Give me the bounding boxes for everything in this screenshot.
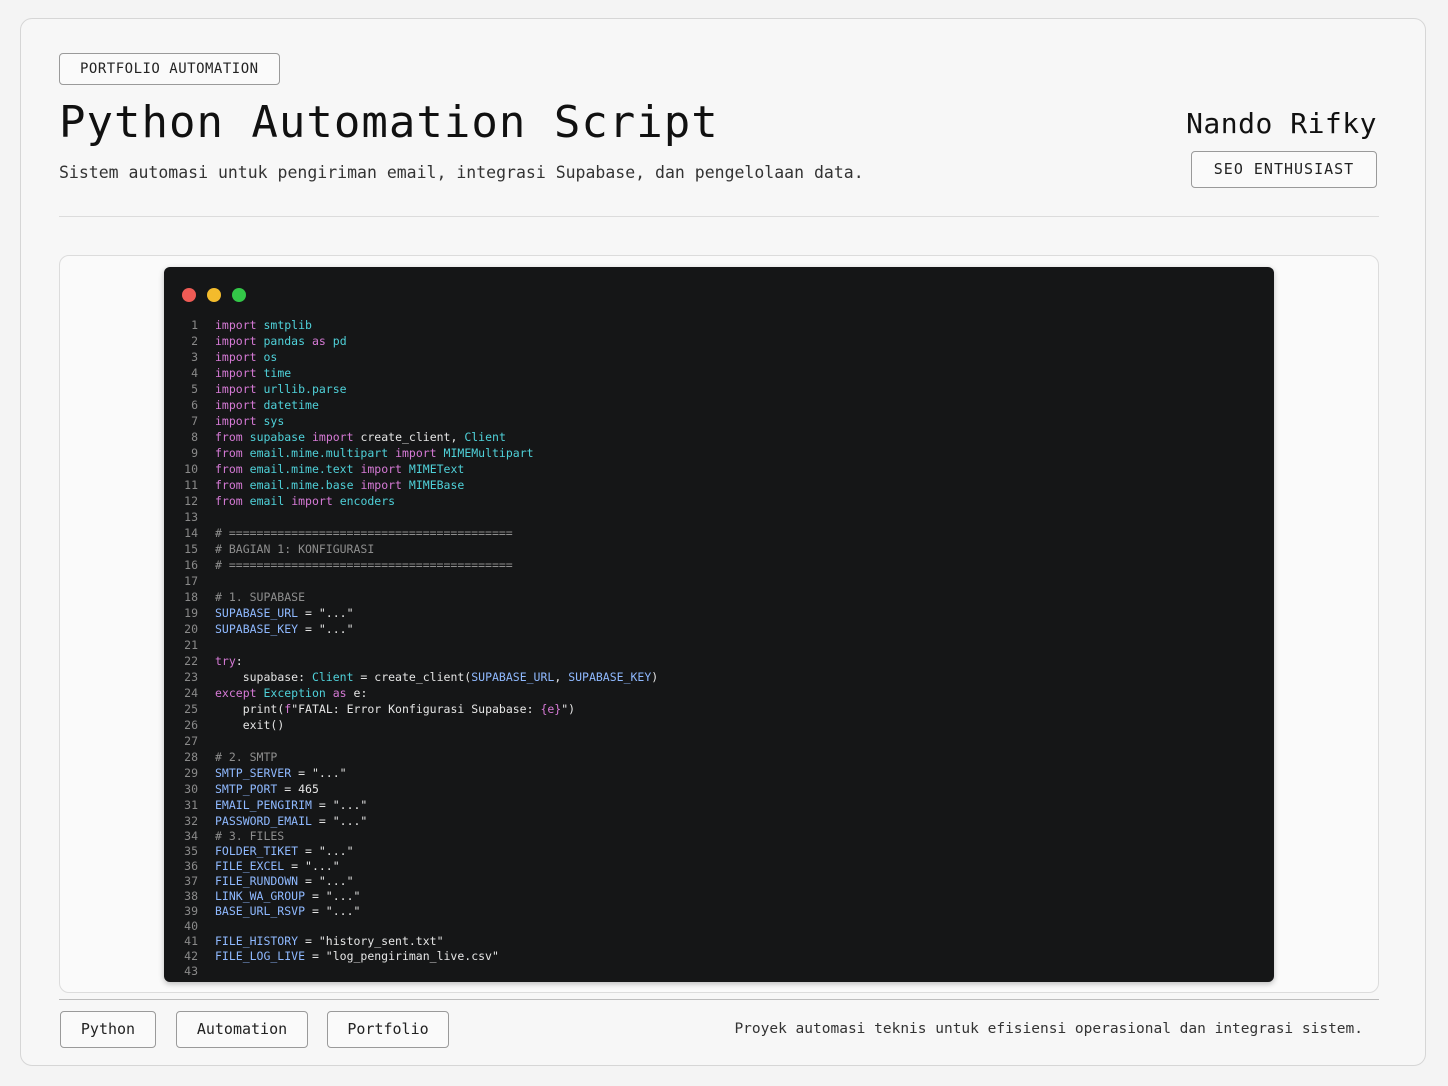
- code-line: 41 FILE_HISTORY = "history_sent.txt": [184, 934, 444, 948]
- code-line: 9 from email.mime.multipart import MIMEMu…: [191, 446, 534, 460]
- code-line: 7 import sys: [191, 414, 285, 428]
- code-line: 34 # 3. FILES: [184, 829, 285, 843]
- code-line: 37 FILE_RUNDOWN = "...": [184, 874, 354, 888]
- code-line: 12 from email import encoders: [184, 494, 396, 508]
- code-line: 23 supabase: Client = create_client(SUPA…: [184, 670, 659, 684]
- code-line: 17: [184, 574, 198, 588]
- tag-automation[interactable]: Automation: [176, 1011, 308, 1048]
- tag-python[interactable]: Python: [60, 1011, 156, 1048]
- code-line: 30 SMTP_PORT = 465: [184, 782, 319, 796]
- author-name: Nando Rifky: [1186, 107, 1377, 140]
- code-line: 25 print(f"FATAL: Error Konfigurasi Supa…: [184, 702, 576, 716]
- code-line: 3 import os: [191, 350, 278, 364]
- code-line: 11 from email.mime.base import MIMEBase: [184, 478, 465, 492]
- code-line: 18 # 1. SUPABASE: [184, 590, 306, 604]
- code-line: 29 SMTP_SERVER = "...": [184, 766, 347, 780]
- page-title: Python Automation Script: [59, 97, 719, 148]
- code-line: 8 from supabase import create_client, Cli…: [191, 430, 506, 444]
- code-line: 27: [184, 734, 198, 748]
- code-line: 5 import urllib.parse: [191, 382, 347, 396]
- code-line: 28 # 2. SMTP: [184, 750, 278, 764]
- code-line: 36 FILE_EXCEL = "...": [184, 859, 340, 873]
- code-line: 21: [184, 638, 198, 652]
- footer-divider: [59, 999, 1379, 1000]
- header-divider: [59, 216, 1379, 217]
- code-line: 2 import pandas as pd: [191, 334, 347, 348]
- code-preview-frame: 1 import smtplib 2 import pandas as pd 3 im…: [59, 255, 1379, 993]
- code-line: 13: [184, 510, 198, 524]
- code-line: 15 # BAGIAN 1: KONFIGURASI: [184, 542, 375, 556]
- code-line: 6 import datetime: [191, 398, 319, 412]
- window-minimize-dot: [207, 288, 221, 302]
- page-subtitle: Sistem automasi untuk pengiriman email, …: [59, 163, 864, 182]
- code-line: 31 EMAIL_PENGIRIM = "...": [184, 798, 368, 812]
- code-line: 38 LINK_WA_GROUP = "...": [184, 889, 361, 903]
- code-line: 19 SUPABASE_URL = "...": [184, 606, 354, 620]
- author-role-badge: SEO ENTHUSIAST: [1191, 151, 1377, 188]
- code-line: 32 PASSWORD_EMAIL = "...": [184, 814, 368, 828]
- code-line: 39 BASE_URL_RSVP = "...": [184, 904, 361, 918]
- code-line: 26 exit(): [184, 718, 285, 732]
- code-line: 43: [184, 964, 198, 978]
- code-line: 1 import smtplib: [191, 318, 312, 332]
- code-line: 42 FILE_LOG_LIVE = "log_pengiriman_live.c…: [184, 949, 499, 963]
- code-line: 20 SUPABASE_KEY = "...": [184, 622, 354, 636]
- code-line: 40: [184, 919, 198, 933]
- code-line: 24 except Exception as e:: [184, 686, 368, 700]
- tag-portfolio[interactable]: Portfolio: [327, 1011, 449, 1048]
- code-line: 14 # ====================================…: [184, 526, 513, 540]
- window-maximize-dot: [232, 288, 246, 302]
- window-close-dot: [182, 288, 196, 302]
- category-badge: PORTFOLIO AUTOMATION: [59, 53, 280, 85]
- code-line: 16 # ====================================…: [184, 558, 513, 572]
- code-window: 1 import smtplib 2 import pandas as pd 3 im…: [164, 267, 1274, 982]
- portfolio-card: PORTFOLIO AUTOMATION Python Automation S…: [20, 18, 1426, 1066]
- code-line: 10 from email.mime.text import MIMEText: [184, 462, 465, 476]
- footer-description: Proyek automasi teknis untuk efisiensi o…: [734, 1021, 1363, 1037]
- code-line: 4 import time: [191, 366, 292, 380]
- code-line: 35 FOLDER_TIKET = "...": [184, 844, 354, 858]
- code-line: 22 try:: [184, 654, 243, 668]
